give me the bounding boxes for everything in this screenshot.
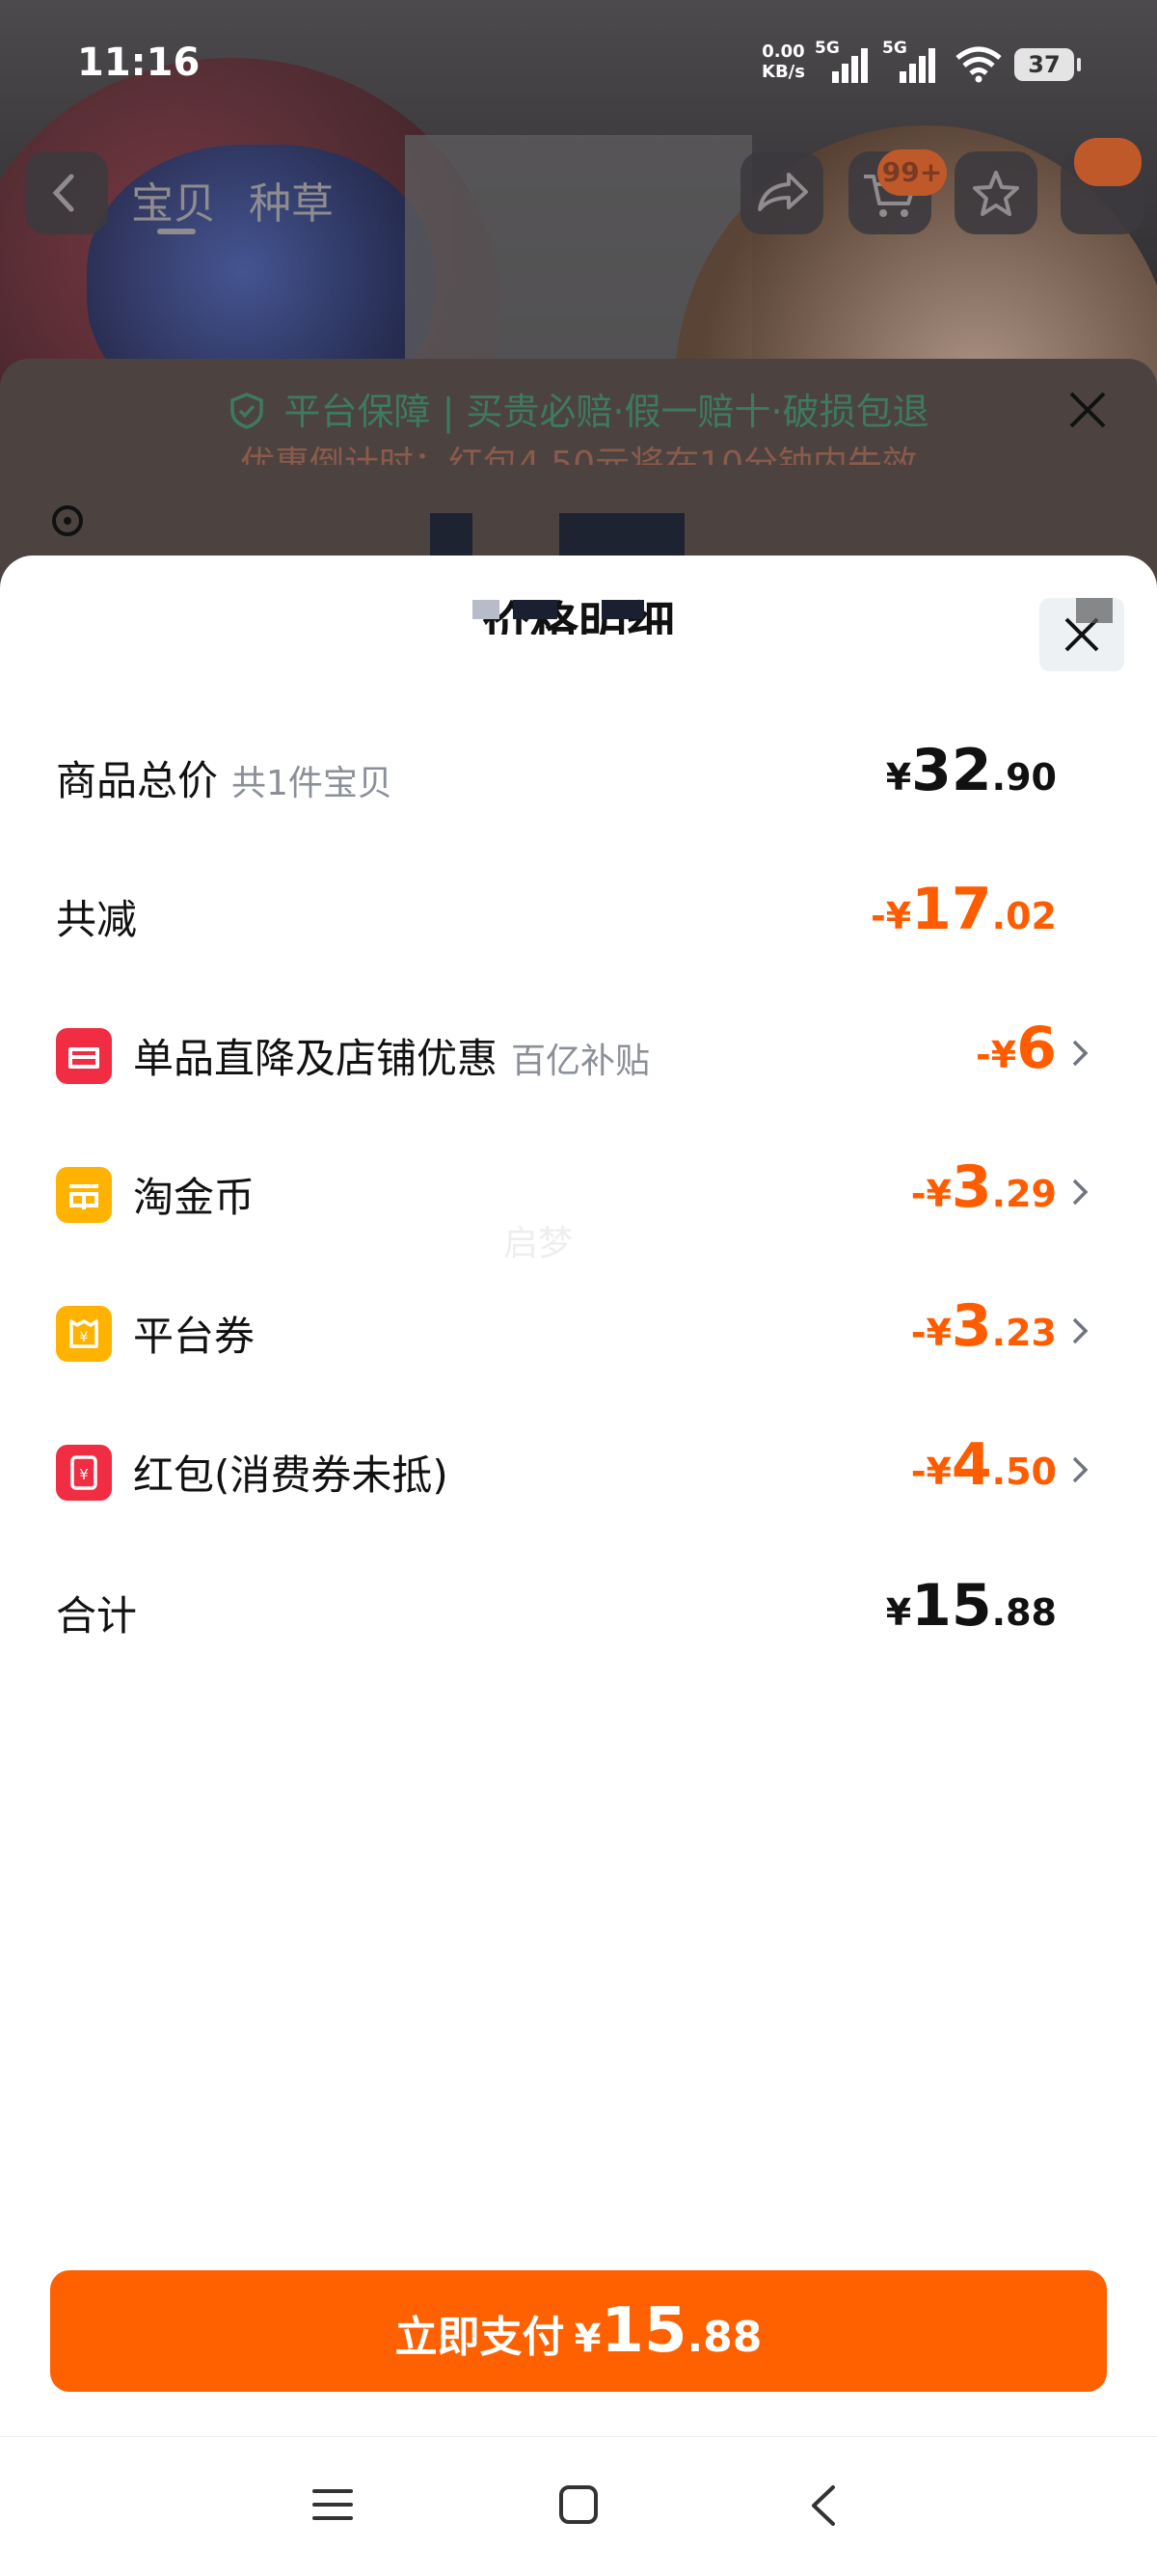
sum-row: 合计 ¥15.88	[0, 1559, 1157, 1655]
back-button[interactable]	[25, 151, 108, 234]
signal-icon: 5G	[815, 39, 873, 83]
redacted-block	[472, 600, 499, 619]
discount-row-coupon[interactable]: ¥ 平台券 -¥3.23	[0, 1279, 1157, 1375]
redacted-block	[559, 513, 685, 557]
svg-text:¥: ¥	[79, 1466, 89, 1483]
discount-label: 淘金币	[133, 1174, 256, 1221]
wifi-icon	[955, 46, 1002, 83]
sheet-title: 价格明细	[482, 597, 675, 635]
tab-underline	[157, 229, 196, 234]
svg-text:¥: ¥	[80, 1330, 89, 1345]
tab-grass[interactable]: 种草	[249, 169, 334, 230]
signal-icon: 5G	[882, 39, 940, 83]
coupon-icon: ¥	[56, 1306, 112, 1362]
star-icon	[973, 171, 1019, 216]
discount-amount: -¥6	[976, 1015, 1057, 1082]
share-icon	[758, 173, 808, 211]
menu-icon[interactable]	[310, 2485, 355, 2524]
reduction-row: 共减 -¥17.02	[0, 862, 1157, 959]
discount-sublabel: 百亿补贴	[511, 1042, 651, 1081]
price-detail-sheet: 价格明细 商品总价 共1件宝贝 ¥32.90 共减 -¥17.02 单品直降及店铺…	[0, 556, 1157, 2436]
coin-icon	[56, 1167, 112, 1223]
red-packet-icon: ¥	[56, 1445, 112, 1501]
reduction-label: 共减	[56, 896, 138, 943]
more-button[interactable]	[1061, 138, 1144, 234]
guarantee-text: 平台保障 | 买贵必赔·假一赔十·破损包退	[0, 382, 1157, 435]
network-speed: 0.00 KB/s	[762, 41, 805, 82]
chevron-right-icon	[1072, 1179, 1089, 1206]
discount-amount: -¥4.50	[910, 1431, 1057, 1499]
chevron-right-icon	[1072, 1456, 1089, 1483]
pay-now-button[interactable]: 立即支付 ¥15.88	[50, 2270, 1107, 2392]
location-icon	[52, 505, 83, 536]
chevron-right-icon	[1072, 1040, 1089, 1067]
back-icon[interactable]	[806, 2483, 841, 2528]
discount-row-store[interactable]: 单品直降及店铺优惠 百亿补贴 -¥6	[0, 1001, 1157, 1098]
total-amount: ¥32.90	[885, 737, 1057, 804]
total-row: 商品总价 共1件宝贝 ¥32.90	[0, 723, 1157, 820]
redacted-block	[513, 600, 557, 619]
system-nav-bar	[0, 2436, 1157, 2576]
discount-amount: -¥3.23	[910, 1292, 1057, 1360]
watermark: 启梦	[503, 1224, 574, 1263]
item-count: 共1件宝贝	[231, 764, 392, 803]
sheet-close-button[interactable]	[1039, 598, 1124, 671]
close-icon[interactable]	[1065, 383, 1110, 446]
discount-label: 单品直降及店铺优惠 百亿补贴	[133, 1035, 651, 1082]
discount-row-red-packet[interactable]: ¥ 红包(消费券未抵) -¥4.50	[0, 1418, 1157, 1514]
sum-amount: ¥15.88	[885, 1572, 1057, 1640]
shield-icon	[230, 393, 264, 429]
status-time: 11:16	[77, 41, 201, 85]
favorite-button[interactable]	[955, 151, 1037, 234]
discount-label: 红包(消费券未抵)	[133, 1451, 448, 1499]
cart-badge: 99+	[877, 149, 947, 196]
discount-row-coin[interactable]: 淘金币 -¥3.29	[0, 1140, 1157, 1236]
message-badge	[1074, 138, 1142, 186]
product-top-nav: 宝贝 种草 99+	[0, 130, 1157, 256]
battery-icon: 37	[1014, 48, 1081, 81]
store-icon	[56, 1028, 112, 1084]
status-bar: 11:16 0.00 KB/s 5G 5G 37	[0, 0, 1157, 125]
reduction-amount: -¥17.02	[870, 876, 1057, 943]
chevron-left-icon	[52, 174, 74, 212]
chevron-right-icon	[1072, 1317, 1089, 1344]
tab-item[interactable]: 宝贝	[131, 169, 216, 230]
coupon-countdown: 优惠倒计时：红包4.50元将在10分钟内失效	[240, 445, 917, 465]
redacted-block	[602, 600, 644, 619]
home-icon[interactable]	[557, 2483, 600, 2526]
discount-label: 平台券	[133, 1313, 256, 1360]
sum-label: 合计	[56, 1592, 138, 1640]
discount-amount: -¥3.29	[910, 1153, 1057, 1221]
redacted-block	[1076, 598, 1113, 623]
redacted-block	[430, 513, 472, 557]
share-button[interactable]	[740, 151, 823, 234]
total-label: 商品总价 共1件宝贝	[56, 757, 392, 804]
